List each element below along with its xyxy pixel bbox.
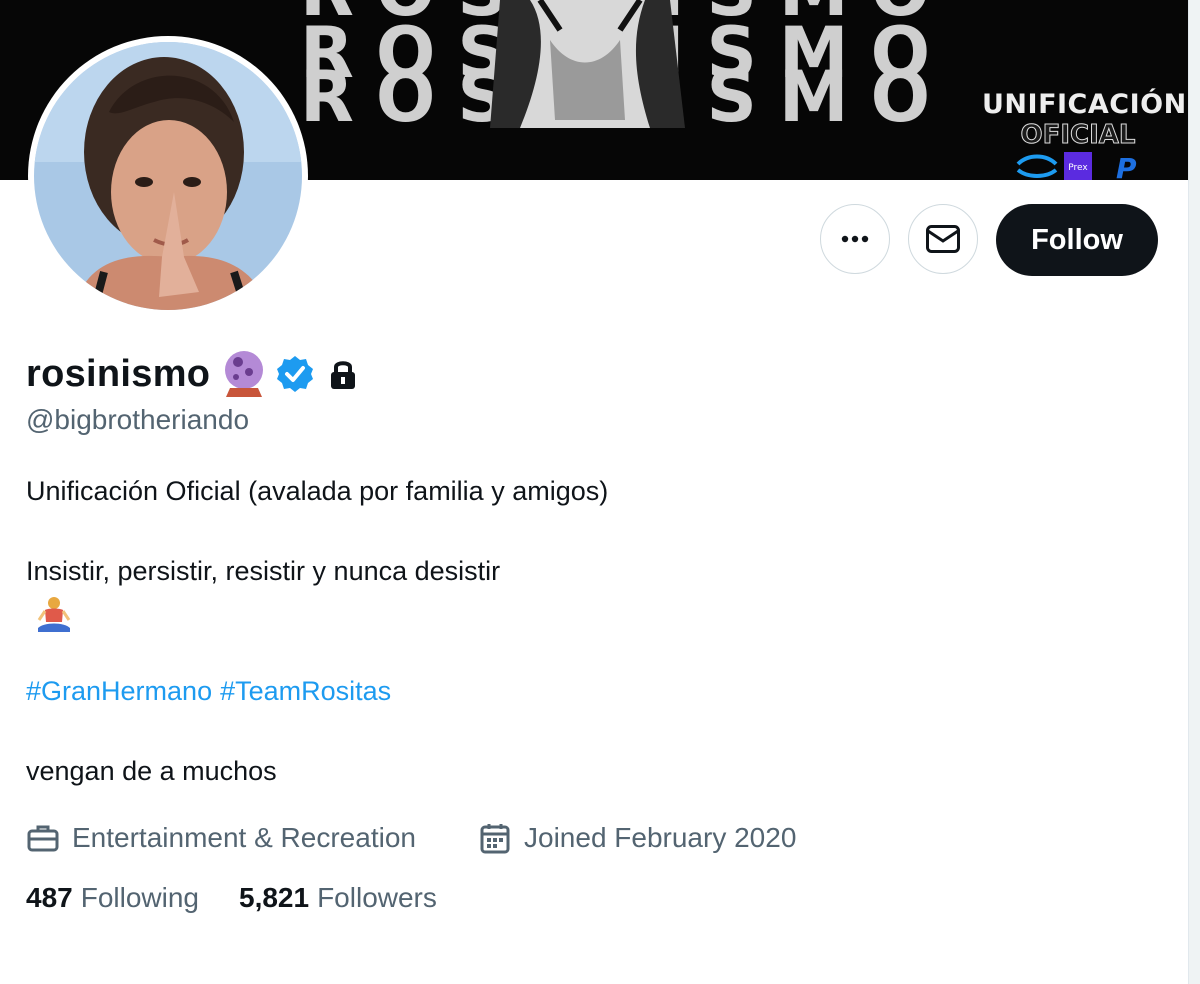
banner-brand-subtitle: OFICIAL bbox=[1020, 120, 1136, 151]
profile-join-date: Joined February 2020 bbox=[478, 818, 796, 858]
briefcase-icon bbox=[27, 825, 59, 852]
page-scrollbar-gutter bbox=[1188, 0, 1200, 984]
envelope-icon bbox=[926, 225, 960, 253]
banner-photo bbox=[490, 0, 685, 128]
follow-stats: 487 Following 5,821 Followers bbox=[26, 882, 477, 914]
banner-payment-logos: Prex P bbox=[1016, 152, 1137, 180]
profile-name-row: rosinismo bbox=[26, 350, 360, 398]
message-button[interactable] bbox=[908, 204, 978, 274]
joined-label: Joined February 2020 bbox=[524, 822, 797, 853]
bio-line: Insistir, persistir, resistir y nunca de… bbox=[26, 556, 501, 586]
column-divider bbox=[1188, 0, 1189, 984]
avatar-photo bbox=[34, 42, 302, 310]
lock-icon bbox=[331, 361, 356, 389]
hashtag-link[interactable]: #GranHermano bbox=[26, 676, 212, 706]
prex-badge-text: Prex bbox=[1068, 163, 1088, 173]
bio-hashtags: #GranHermano #TeamRositas bbox=[26, 676, 399, 707]
person-in-lotus-position-icon bbox=[37, 597, 71, 632]
display-name: rosinismo bbox=[26, 352, 211, 395]
more-icon bbox=[841, 235, 869, 243]
crystal-ball-icon bbox=[225, 351, 264, 397]
more-options-button[interactable] bbox=[820, 204, 890, 274]
bio-line: Unificación Oficial (avalada por familia… bbox=[26, 476, 609, 506]
followers-link[interactable]: 5,821 Followers bbox=[239, 882, 437, 914]
calendar-icon bbox=[480, 824, 510, 854]
bio-line: vengan de a muchos bbox=[26, 756, 277, 786]
following-link[interactable]: 487 Following bbox=[26, 882, 199, 914]
category-label: Entertainment & Recreation bbox=[72, 822, 416, 853]
profile-avatar[interactable] bbox=[28, 36, 308, 316]
profile-category: Entertainment & Recreation bbox=[26, 818, 416, 858]
followers-label: Followers bbox=[317, 882, 437, 913]
banner-brand-title: UNIFICACIÓN bbox=[982, 89, 1187, 120]
following-count: 487 bbox=[26, 882, 73, 913]
following-label: Following bbox=[80, 882, 199, 913]
svg-text:P: P bbox=[1116, 152, 1137, 180]
verified-badge-icon bbox=[277, 356, 314, 392]
hashtag-link[interactable]: #TeamRositas bbox=[220, 676, 391, 706]
followers-count: 5,821 bbox=[239, 882, 310, 913]
follow-button[interactable]: Follow bbox=[996, 204, 1158, 276]
profile-handle: @bigbrotheriando bbox=[26, 404, 250, 435]
